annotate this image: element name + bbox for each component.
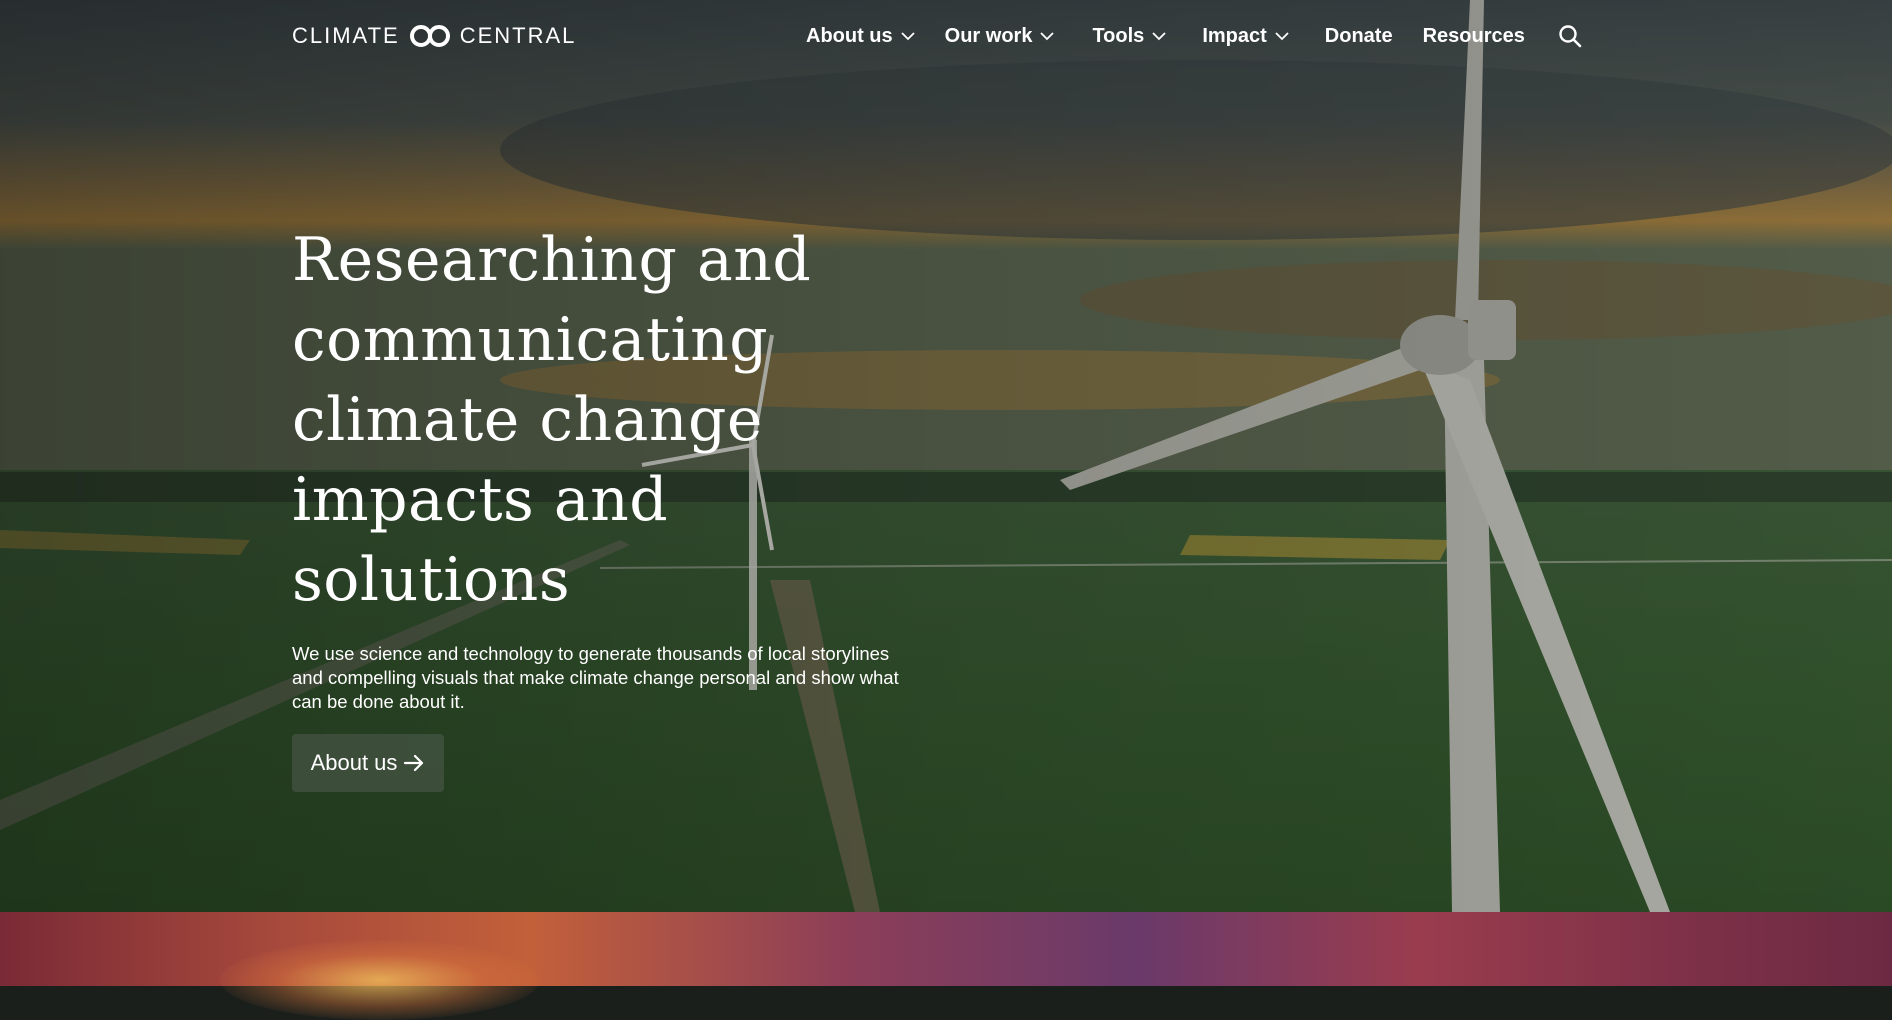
arrow-right-icon (404, 754, 424, 772)
nav-item-donate[interactable]: Donate (1325, 25, 1393, 48)
hero-overlay (0, 0, 1892, 912)
chevron-down-icon (1040, 32, 1055, 41)
site-logo[interactable]: CLIMATE CENTRAL (292, 23, 577, 48)
hero-section (0, 0, 1892, 912)
nav-label: Tools (1092, 24, 1145, 47)
nav-item-about-us[interactable]: About us (806, 25, 915, 48)
logo-word-climate: CLIMATE (292, 23, 400, 48)
search-icon[interactable] (1557, 23, 1583, 49)
chevron-down-icon (901, 32, 915, 41)
nav-item-impact[interactable]: Impact (1202, 24, 1289, 48)
about-us-button[interactable]: About us (292, 734, 444, 792)
nav-label: Impact (1202, 24, 1267, 47)
nav-item-our-work[interactable]: Our work (945, 25, 1055, 48)
about-us-button-label: About us (310, 750, 398, 775)
nav-item-tools[interactable]: Tools (1092, 25, 1166, 48)
nav-label: About us (806, 24, 893, 47)
nav-label: Resources (1422, 24, 1525, 47)
nav-item-resources[interactable]: Resources (1423, 25, 1525, 48)
main-nav: About us Our work Tools Impact Donate Re… (806, 22, 1583, 50)
linked-rings-logo-icon (409, 25, 450, 47)
logo-word-central: CENTRAL (459, 23, 577, 48)
hero-headline: Researching and communicating climate ch… (292, 225, 812, 615)
sun-glow (220, 940, 540, 1020)
nav-label: Our work (944, 24, 1033, 47)
chevron-down-icon (1275, 32, 1289, 41)
nav-label: Donate (1324, 24, 1393, 47)
chevron-down-icon (1152, 32, 1166, 41)
hero-subtext: We use science and technology to generat… (292, 643, 899, 712)
